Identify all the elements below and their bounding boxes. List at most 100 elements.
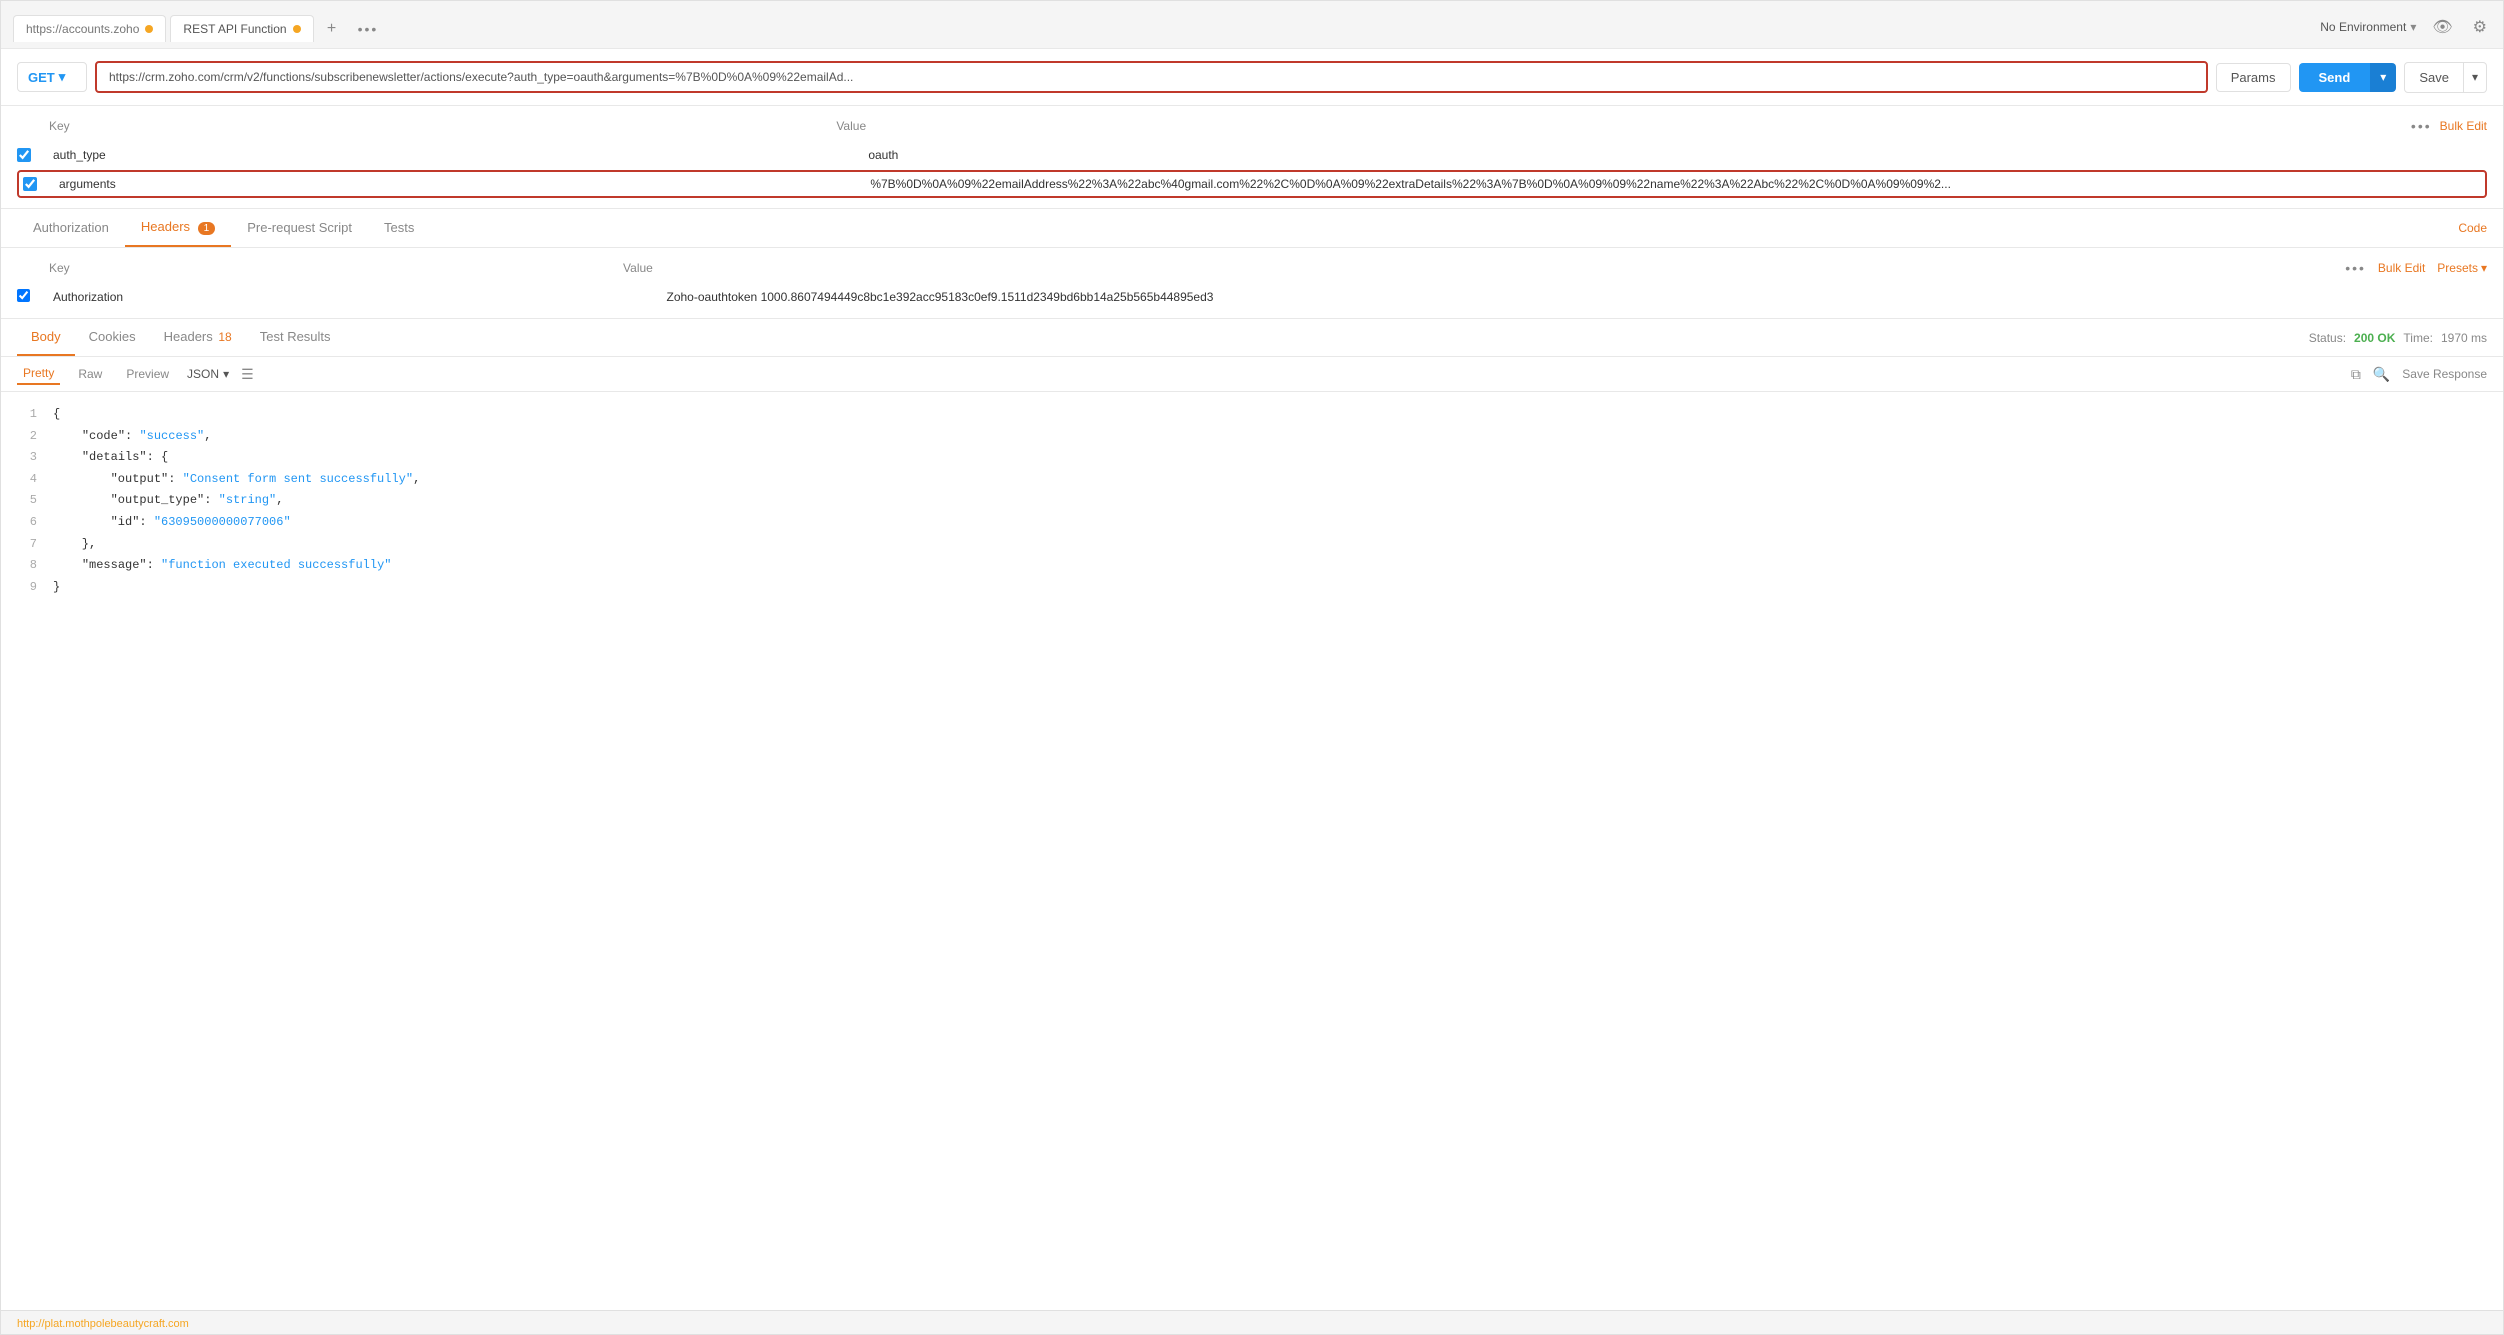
code-line-8: 8 "message": "function executed successf… [17,555,2487,577]
param-value-arguments: %7B%0D%0A%09%22emailAddress%22%3A%22abc%… [866,175,2481,193]
send-button[interactable]: Send [2299,63,2371,92]
response-tab-headers[interactable]: Headers 18 [150,319,246,356]
headers-bulk-edit-button[interactable]: Bulk Edit [2378,261,2425,275]
line-content-8: "message": "function executed successful… [53,555,2487,577]
param-checkbox-arguments [23,177,55,191]
headers-more-icon[interactable]: ••• [2345,260,2366,276]
format-tab-preview[interactable]: Preview [120,364,175,384]
bottom-url-label: http://plat.mothpolebeautycraft.com [17,1318,189,1330]
tab-headers[interactable]: Headers 1 [125,209,231,247]
wrap-lines-button[interactable]: ☰ [241,366,254,383]
line-content-2: "code": "success", [53,426,2487,448]
format-tab-pretty[interactable]: Pretty [17,363,60,385]
copy-response-button[interactable]: ⧉ [2351,366,2361,383]
header-row-authorization: Authorization Zoho-oauthtoken 1000.86074… [17,284,2487,310]
params-section: Key Value ••• Bulk Edit auth_type oauth … [1,106,2503,209]
method-label: GET [28,70,55,85]
format-type-chevron-icon: ▾ [223,367,229,381]
code-line-9: 9 } [17,577,2487,599]
params-button[interactable]: Params [2216,63,2291,92]
code-link[interactable]: Code [2458,221,2487,235]
save-dropdown-button[interactable]: ▾ [2464,62,2487,93]
environment-selector[interactable]: No Environment ▾ [2320,20,2416,34]
method-selector[interactable]: GET ▾ [17,62,87,92]
param-row-auth-type: auth_type oauth [17,142,2487,168]
params-bulk-edit-button[interactable]: Bulk Edit [2440,119,2487,133]
response-tab-test-results[interactable]: Test Results [246,319,345,356]
headers-table-header: Key Value ••• Bulk Edit Presets ▾ [17,256,2487,280]
tab-pre-request[interactable]: Pre-request Script [231,210,368,247]
param-check-arguments[interactable] [23,177,37,191]
line-content-1: { [53,404,2487,426]
headers-presets-label: Presets [2437,261,2478,275]
send-dropdown-button[interactable]: ▾ [2370,63,2396,92]
url-tab-dot [145,25,153,33]
search-icon: 🔍 [2373,366,2390,382]
line-content-5: "output_type": "string", [53,490,2487,512]
save-response-label: Save Response [2402,367,2487,381]
tab-authorization[interactable]: Authorization [17,210,125,247]
plus-icon: + [327,20,336,38]
format-tab-raw[interactable]: Raw [72,364,108,384]
line-content-6: "id": "63095000000077006" [53,512,2487,534]
pretty-label: Pretty [23,366,54,380]
param-checkbox-auth-type [17,148,49,162]
authorization-tab-label: Authorization [33,220,109,235]
tab-bar: https://accounts.zoho REST API Function … [1,1,2503,49]
preview-label: Preview [126,367,169,381]
tab-bar-right: No Environment ▾ 👁 ⚙ [2320,13,2491,45]
eye-icon-button[interactable]: 👁 [2428,13,2456,41]
header-value-authorization: Zoho-oauthtoken 1000.8607494449c8bc1e392… [663,288,2488,306]
search-response-button[interactable]: 🔍 [2373,366,2390,383]
bulk-edit-label: Bulk Edit [2440,119,2487,133]
tab-add-button[interactable]: + [318,15,346,43]
save-response-button[interactable]: Save Response [2402,367,2487,381]
format-type-label: JSON [187,367,219,381]
params-label: Params [2231,70,2276,85]
headers-tab-label: Headers [141,219,190,234]
headers-section: Key Value ••• Bulk Edit Presets ▾ Author… [1,248,2503,319]
time-value: 1970 ms [2441,331,2487,345]
line-num-2: 2 [17,426,37,448]
status-label: Status: [2309,331,2346,345]
code-line-3: 3 "details": { [17,447,2487,469]
response-tab-body[interactable]: Body [17,319,75,356]
save-button[interactable]: Save [2404,62,2464,93]
tab-url[interactable]: https://accounts.zoho [13,15,166,42]
copy-icon: ⧉ [2351,366,2361,382]
code-line-6: 6 "id": "63095000000077006" [17,512,2487,534]
params-table-header: Key Value ••• Bulk Edit [17,114,2487,138]
tab-more-button[interactable]: ••• [350,17,387,41]
line-num-6: 6 [17,512,37,534]
response-tab-cookies[interactable]: Cookies [75,319,150,356]
param-check-auth-type[interactable] [17,148,31,162]
tab-rest-api[interactable]: REST API Function [170,15,313,42]
code-link-label: Code [2458,221,2487,235]
response-tab-nav: Body Cookies Headers 18 Test Results Sta… [1,319,2503,357]
line-content-3: "details": { [53,447,2487,469]
headers-presets-button[interactable]: Presets ▾ [2437,261,2487,275]
status-value: 200 OK [2354,331,2395,345]
format-type-selector[interactable]: JSON ▾ [187,367,229,381]
response-toolbar-right: ⧉ 🔍 Save Response [2351,366,2487,383]
code-line-4: 4 "output": "Consent form sent successfu… [17,469,2487,491]
env-label: No Environment [2320,20,2406,34]
params-value-header: Value [836,119,2411,133]
line-num-5: 5 [17,490,37,512]
url-input-wrapper [95,61,2208,93]
header-checkbox-col [17,289,49,305]
headers-actions: ••• Bulk Edit Presets ▾ [2345,260,2487,276]
send-dropdown-icon: ▾ [2380,70,2386,84]
code-line-5: 5 "output_type": "string", [17,490,2487,512]
header-check-authorization[interactable] [17,289,30,302]
rest-tab-dot [293,25,301,33]
param-value-auth-type: oauth [864,146,2487,164]
gear-icon: ⚙ [2473,19,2487,36]
tab-tests[interactable]: Tests [368,210,430,247]
response-test-results-label: Test Results [260,329,331,344]
settings-icon-button[interactable]: ⚙ [2469,13,2491,41]
url-input[interactable] [95,61,2208,93]
tests-tab-label: Tests [384,220,414,235]
param-key-arguments: arguments [55,175,866,193]
params-more-icon[interactable]: ••• [2411,118,2432,134]
